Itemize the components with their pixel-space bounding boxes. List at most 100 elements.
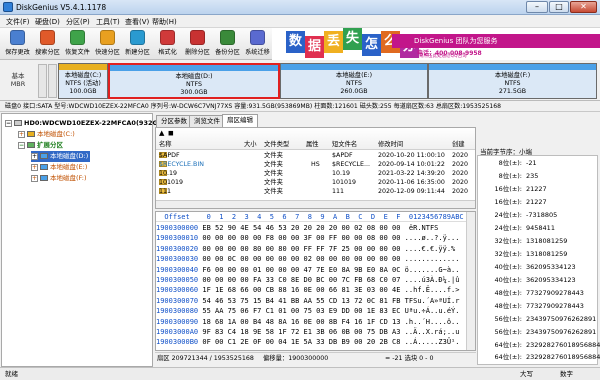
- col-short-name[interactable]: 短文件名: [332, 139, 357, 148]
- expand-icon[interactable]: +: [18, 130, 25, 138]
- menu-view[interactable]: 查看(V): [125, 17, 149, 27]
- collapse-icon[interactable]: −: [5, 119, 12, 127]
- save-button[interactable]: 保存更改: [4, 29, 31, 59]
- partition-block-c[interactable]: 本地磁盘(C:) NTFS (活动) 100.0GB: [58, 63, 108, 99]
- partition-fs: NTFS: [345, 80, 363, 87]
- file-list-hscrollbar[interactable]: [156, 200, 475, 208]
- tree-item-e[interactable]: + 本地磁盘(E:): [31, 162, 87, 173]
- tab-partition-params[interactable]: 分区参数: [156, 115, 192, 127]
- ad-banner[interactable]: 数 据 丢 失 怎 么 办 DiskGenius 团队为您服务 电话：400-0…: [272, 28, 600, 60]
- hex-row[interactable]: 1900300070 54 46 53 75 15 B4 41 BB AA 55…: [156, 296, 459, 306]
- hex-bytes[interactable]: 00 00 00 00 FA 33 C0 8E D0 BC 00 7C FB 6…: [202, 276, 400, 284]
- toolbar-mini-icon[interactable]: ◼: [168, 129, 174, 137]
- hex-bytes[interactable]: 9F 83 C4 18 9E 58 1F 72 E1 3B 06 0B 00 7…: [202, 328, 400, 336]
- tree-item-extended[interactable]: − 扩展分区: [18, 140, 63, 151]
- file-row[interactable]: 10.19 文件夹 10.19 2021-03-22 14:39:20 2020: [156, 170, 475, 179]
- tree-item-f[interactable]: + 本地磁盘(F:): [31, 173, 87, 184]
- hex-row[interactable]: 1900300040 F6 00 00 00 01 00 00 00 47 7E…: [156, 265, 459, 275]
- file-row[interactable]: 111 文件夹 111 2020-12-09 09:11:44 2020: [156, 188, 475, 197]
- file-row[interactable]: 101019 文件夹 101019 2020-11-06 16:35:00 2020: [156, 179, 475, 188]
- folder-up-icon[interactable]: ▲: [159, 129, 164, 137]
- menu-partition[interactable]: 分区(P): [66, 17, 90, 27]
- disk-prev-button[interactable]: [38, 64, 47, 98]
- format-button[interactable]: 格式化: [154, 29, 181, 59]
- menu-disk[interactable]: 硬盘(D): [35, 17, 60, 27]
- hex-ascii[interactable]: Uªu.÷Á..u.éÝ.: [405, 307, 460, 315]
- hex-ascii[interactable]: ..hf.Ë....f.>: [405, 286, 460, 294]
- hex-ascii[interactable]: .............: [405, 255, 460, 263]
- inspector-value: -21: [526, 159, 537, 167]
- partition-block-d[interactable]: 本地磁盘(D:) NTFS 300.0GB: [108, 63, 280, 99]
- tree-disk-node[interactable]: − HD0:WDCWD10EZEX-22MFCA0(932G: [5, 118, 158, 129]
- menu-help[interactable]: 帮助(H): [152, 17, 177, 27]
- file-row[interactable]: $RECYCLE.BIN 文件夹 HS $RECYCLE... 2020-09-14 1…: [156, 161, 475, 170]
- expand-icon[interactable]: +: [31, 152, 38, 160]
- partition-block-e[interactable]: 本地磁盘(E:) NTFS 260.0GB: [280, 63, 428, 99]
- backup-partition-button[interactable]: 备份分区: [214, 29, 241, 59]
- hex-row[interactable]: 1900300080 55 AA 75 06 F7 C1 01 00 75 03…: [156, 306, 459, 316]
- menu-tools[interactable]: 工具(T): [96, 17, 120, 27]
- col-attr[interactable]: 属性: [306, 139, 319, 148]
- hex-editor[interactable]: Offset 0 1 2 3 4 5 6 7 8 9 A B C D E F 0…: [155, 211, 476, 351]
- tree-item-label: 本地磁盘(E:): [50, 163, 88, 171]
- hex-row[interactable]: 1900300060 1F 1E 68 66 00 CB 88 16 0E 00…: [156, 285, 459, 295]
- recover-file-button[interactable]: 恢复文件: [64, 29, 91, 59]
- hex-bytes[interactable]: 00 00 00 00 80 00 80 00 FF FF 7F 25 00 0…: [202, 245, 400, 253]
- hex-bytes[interactable]: 54 46 53 75 15 B4 41 BB AA 55 CD 13 72 0…: [202, 297, 400, 305]
- hex-row[interactable]: 1900300020 00 00 00 00 80 00 80 00 FF FF…: [156, 244, 455, 254]
- hex-ascii[interactable]: ....ø..?.ÿ...: [405, 234, 460, 242]
- expand-icon[interactable]: +: [31, 163, 38, 171]
- hex-ascii[interactable]: ..Á.....Z3Û¹.: [405, 338, 460, 346]
- new-partition-button[interactable]: 新建分区: [124, 29, 151, 59]
- quick-partition-button[interactable]: 快速分区: [94, 29, 121, 59]
- hex-row[interactable]: 1900300010 00 00 00 00 00 F8 00 00 3F 00…: [156, 233, 459, 243]
- collapse-icon[interactable]: −: [18, 141, 25, 149]
- tab-browse-files[interactable]: 浏览文件: [189, 115, 225, 127]
- expand-icon[interactable]: +: [31, 174, 38, 182]
- tree-item-d[interactable]: + 本地磁盘(D:): [31, 151, 91, 162]
- file-row[interactable]: $APDF 文件夹 $APDF 2020-10-20 11:00:10 2020: [156, 152, 475, 161]
- banner-qq-link[interactable]: 或点击此处通过QQ咨询: [419, 53, 467, 59]
- close-button[interactable]: ✕: [570, 1, 597, 13]
- hex-row[interactable]: 19003000B0 0F 00 C1 2E 0F 00 04 1E 5A 33…: [156, 337, 459, 347]
- partition-block-f[interactable]: 本地磁盘(F:) NTFS 271.5GB: [428, 63, 597, 99]
- hex-ascii[interactable]: .h..´H....ô..: [405, 318, 460, 326]
- hex-ascii[interactable]: TFSu.´A»ªUÍ.r: [405, 297, 460, 305]
- hex-ascii[interactable]: ëR.NTFS: [405, 224, 439, 232]
- hex-bytes[interactable]: 00 00 0C 00 00 00 00 00 02 00 00 00 00 0…: [202, 255, 400, 263]
- hex-bytes[interactable]: F6 00 00 00 01 00 00 00 47 7E E0 8A 9B E…: [202, 266, 400, 274]
- hex-row[interactable]: 1900300000 EB 52 90 4E 54 46 53 20 20 20…: [156, 223, 438, 233]
- hex-bytes[interactable]: 0F 00 C1 2E 0F 00 04 1E 5A 33 DB B9 00 2…: [202, 338, 400, 346]
- search-partition-button[interactable]: 搜索分区: [34, 29, 61, 59]
- delete-partition-button[interactable]: 删除分区: [184, 29, 211, 59]
- partition-name: 本地磁盘(E:): [335, 72, 373, 79]
- hex-row[interactable]: 1900300090 18 68 1A 00 B4 48 8A 16 0E 00…: [156, 317, 459, 327]
- tab-sector-editor[interactable]: 扇区编辑: [222, 114, 258, 127]
- col-name[interactable]: 名称: [159, 139, 172, 148]
- disk-type-label: 基本 MBR: [2, 72, 34, 88]
- inspector-value: 362095334123: [526, 276, 576, 284]
- col-type[interactable]: 文件类型: [264, 139, 289, 148]
- system-migrate-button[interactable]: 系统迁移: [244, 29, 271, 59]
- col-size[interactable]: 大小: [244, 139, 257, 148]
- hex-ascii[interactable]: ö.......G~à..: [405, 266, 460, 274]
- disk-next-button[interactable]: [48, 64, 57, 98]
- hex-bytes[interactable]: 00 00 00 00 00 F8 00 00 3F 00 FF 00 00 0…: [202, 234, 400, 242]
- hex-bytes[interactable]: EB 52 90 4E 54 46 53 20 20 20 20 00 02 0…: [202, 224, 400, 232]
- hex-bytes[interactable]: 55 AA 75 06 F7 C1 01 00 75 03 E9 DD 00 1…: [202, 307, 400, 315]
- hex-ascii[interactable]: ....ú3À.Ð¼.|û: [405, 276, 460, 284]
- hex-ascii[interactable]: ..Ä..X.rá;..u: [405, 328, 460, 336]
- hex-bytes[interactable]: 18 68 1A 00 B4 48 8A 16 0E 00 8B F4 16 1…: [202, 318, 400, 326]
- hex-row[interactable]: 1900300030 00 00 0C 00 00 00 00 00 02 00…: [156, 254, 459, 264]
- tree-item-c[interactable]: + 本地磁盘(C:): [18, 129, 75, 140]
- menu-file[interactable]: 文件(F): [6, 17, 30, 27]
- hex-row[interactable]: 19003000A0 9F 83 C4 18 9E 58 1F 72 E1 3B…: [156, 327, 459, 337]
- minimize-button[interactable]: –: [526, 1, 548, 13]
- hex-bytes[interactable]: 1F 1E 68 66 00 CB 88 16 0E 00 66 81 3E 0…: [202, 286, 400, 294]
- col-created[interactable]: 创建: [452, 139, 465, 148]
- hex-vscrollbar[interactable]: [466, 212, 475, 350]
- hex-row[interactable]: 1900300050 00 00 00 00 FA 33 C0 8E D0 BC…: [156, 275, 459, 285]
- maximize-button[interactable]: □: [549, 1, 569, 13]
- col-modified[interactable]: 修改时间: [378, 139, 403, 148]
- hex-ascii[interactable]: ....€.€.ÿÿ.%: [405, 245, 456, 253]
